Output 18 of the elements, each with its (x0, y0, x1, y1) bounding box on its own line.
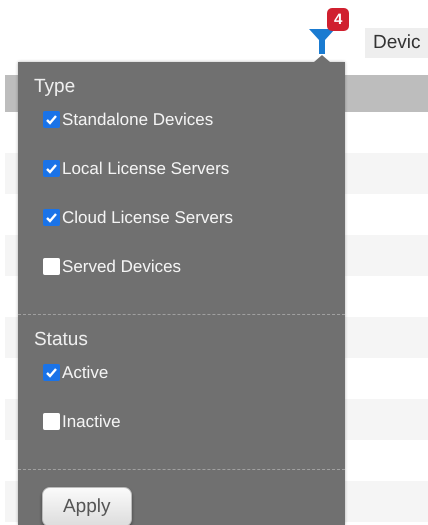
checkbox[interactable] (43, 160, 60, 177)
option-label: Inactive (62, 412, 121, 432)
checkbox[interactable] (43, 364, 60, 381)
filter-icon[interactable] (308, 27, 336, 55)
checkbox[interactable] (43, 258, 60, 275)
option-label: Active (62, 362, 108, 382)
checkbox[interactable] (43, 413, 60, 430)
checkbox[interactable] (43, 111, 60, 128)
option-label: Standalone Devices (62, 110, 214, 130)
apply-button[interactable]: Apply (42, 487, 132, 525)
device-field[interactable]: Devic (365, 28, 428, 58)
option-label: Local License Servers (62, 158, 230, 178)
option-label: Served Devices (62, 256, 182, 276)
checkbox[interactable] (43, 209, 60, 226)
section-title: Status (34, 329, 89, 351)
filter-count-badge: 4 (327, 8, 350, 31)
section-title: Type (34, 76, 76, 98)
option-label: Cloud License Servers (62, 208, 234, 228)
